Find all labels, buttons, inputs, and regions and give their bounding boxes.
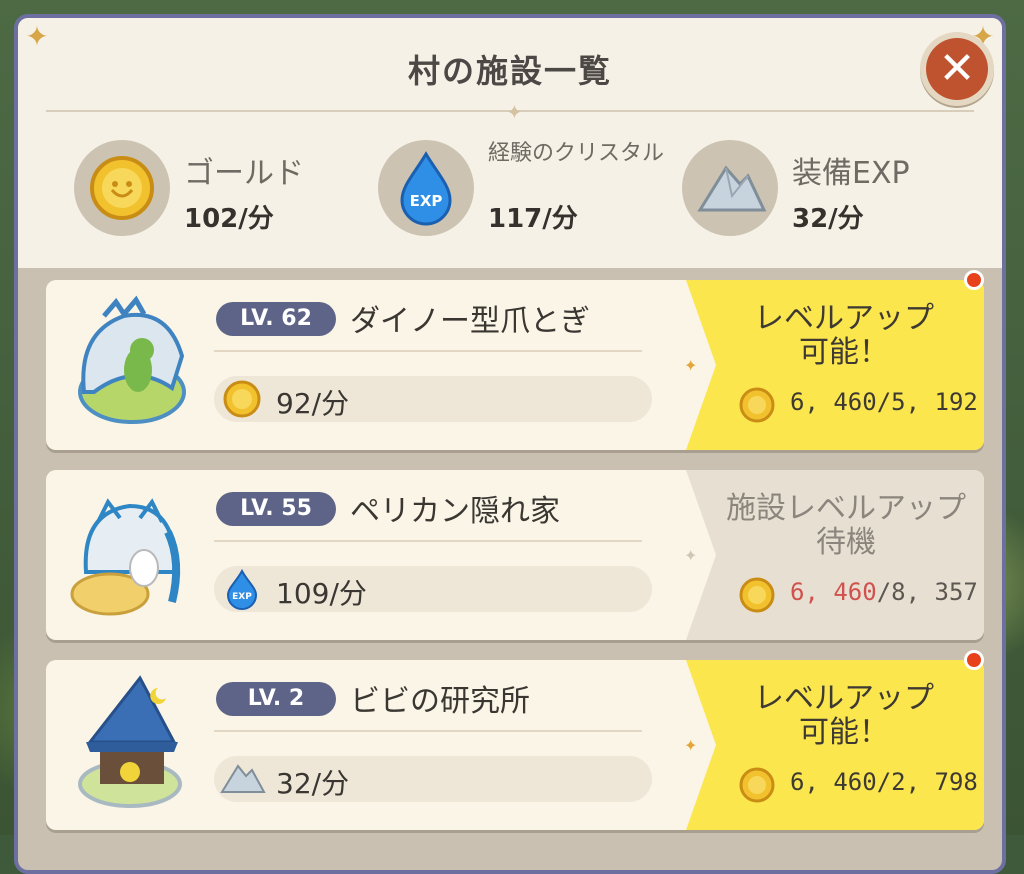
facility-card[interactable]: LV. 2 ビビの研究所 32/分 ✦ レベルアップ 可能！ 6, 460/2,… <box>46 660 984 830</box>
close-icon: ✕ <box>926 38 988 100</box>
level-up-button[interactable]: レベルアップ 可能！ 6, 460/5, 192 <box>686 280 984 450</box>
gold-coin-icon <box>223 380 261 418</box>
notification-dot <box>964 270 984 290</box>
dino-scratcher-icon <box>64 292 194 438</box>
resource-rate: 32/分 <box>792 204 864 234</box>
facility-name: ビビの研究所 <box>350 684 530 719</box>
resource-rate: 117/分 <box>488 204 578 234</box>
svg-text:EXP: EXP <box>232 592 252 602</box>
facility-name: ダイノー型爪とぎ <box>350 304 590 339</box>
svg-text:EXP: EXP <box>410 192 443 210</box>
facility-name: ペリカン隠れ家 <box>350 494 560 529</box>
production-rate: 32/分 <box>214 756 652 802</box>
level-up-button[interactable]: レベルアップ 可能！ 6, 460/2, 798 <box>686 660 984 830</box>
exp-crystal-icon: EXP <box>226 568 258 610</box>
production-rate: EXP 109/分 <box>214 566 652 612</box>
facility-list-panel: ✦ ✦ 村の施設一覧 ✦ ✕ ゴールド 102/分 EXP 経験のクリスタル 1… <box>14 14 1006 874</box>
level-up-cost: 6, 460/2, 798 <box>790 768 978 796</box>
resource-name: ゴールド <box>184 156 304 191</box>
rate-value: 92/分 <box>276 387 350 420</box>
resource-rate: 102/分 <box>184 204 274 234</box>
level-up-status: レベルアップ 可能！ <box>754 681 934 750</box>
close-button[interactable]: ✕ <box>920 32 994 106</box>
bibi-laboratory-icon <box>64 672 194 818</box>
rate-value: 32/分 <box>276 767 350 800</box>
equipment-ore-icon <box>697 165 767 212</box>
level-up-cost: 6, 460/8, 357 <box>790 578 978 606</box>
gold-coin-icon <box>90 156 154 220</box>
facility-card[interactable]: LV. 62 ダイノー型爪とぎ 92/分 ✦ レベルアップ 可能！ 6, 460… <box>46 280 984 450</box>
production-rate: 92/分 <box>214 376 652 422</box>
gold-coin-icon <box>739 387 775 423</box>
name-divider <box>214 540 642 542</box>
sparkle-icon: ✦ <box>684 736 698 755</box>
resource-name: 経験のクリスタル <box>488 141 665 166</box>
resource-equipment-exp: 装備EXP 32/分 <box>682 140 972 240</box>
name-divider <box>214 730 642 732</box>
level-up-cost: 6, 460/5, 192 <box>790 388 978 416</box>
gold-coin-icon <box>739 767 775 803</box>
level-up-status: レベルアップ 可能！ <box>754 301 934 370</box>
level-up-waiting: 施設レベルアップ待機 6, 460/8, 357 <box>686 470 984 640</box>
facility-card[interactable]: LV. 55 ペリカン隠れ家 EXP 109/分 ✦ 施設レベルアップ待機 6,… <box>46 470 984 640</box>
gold-coin-icon <box>739 577 775 613</box>
notification-dot <box>964 650 984 670</box>
page-title: 村の施設一覧 <box>407 52 612 90</box>
level-badge: LV. 62 <box>216 302 336 336</box>
resource-exp-crystal: EXP 経験のクリスタル 117/分 <box>378 140 678 240</box>
name-divider <box>214 350 642 352</box>
level-badge: LV. 55 <box>216 492 336 526</box>
sparkle-icon: ✦ <box>684 546 698 565</box>
sparkle-icon: ✦ <box>684 356 698 375</box>
equipment-ore-icon <box>220 764 266 793</box>
exp-crystal-icon: EXP <box>400 151 452 226</box>
resource-gold: ゴールド 102/分 <box>74 140 364 240</box>
divider-star-icon: ✦ <box>506 100 523 124</box>
rate-value: 109/分 <box>276 577 367 610</box>
resource-name: 装備EXP <box>792 156 910 191</box>
waiting-status: 施設レベルアップ待機 <box>726 491 966 560</box>
pelican-hideout-icon <box>64 482 194 628</box>
level-badge: LV. 2 <box>216 682 336 716</box>
